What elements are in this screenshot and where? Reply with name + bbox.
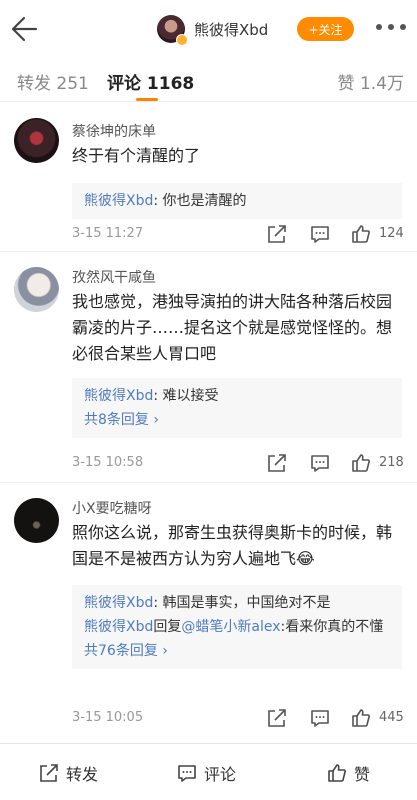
top-nav-bar: 熊彼得Xbd +关注 (0, 0, 417, 58)
like-count: 124 (379, 226, 404, 241)
comment-icon (178, 765, 196, 782)
verified-badge-icon (176, 34, 188, 46)
tab-like[interactable]: 赞 1.4万 (338, 69, 404, 94)
reply-icon[interactable] (309, 707, 331, 729)
follow-button[interactable]: +关注 (297, 17, 354, 41)
share-icon[interactable] (266, 223, 288, 245)
reply-author[interactable]: 熊彼得Xbd (84, 619, 153, 635)
reply-mention[interactable]: @蜡笔小新alex (181, 619, 280, 635)
reply-icon[interactable] (309, 452, 331, 474)
back-arrow-icon[interactable] (8, 12, 44, 46)
comment-time: 3-15 10:58 (72, 455, 144, 470)
share-icon[interactable] (266, 452, 288, 474)
comment-meta: 3-15 11:27 124 (72, 223, 408, 247)
like-icon[interactable] (350, 452, 372, 474)
tab-bar: 转发 251 评论 1168 赞 1.4万 (0, 58, 417, 102)
tab-comment[interactable]: 评论 1168 (107, 69, 194, 94)
comment-meta: 3-15 10:58 218 (72, 452, 408, 476)
comment-meta: 3-15 10:05 445 (72, 707, 408, 731)
commenter-name[interactable]: 小X要吃糖呀 (72, 498, 152, 518)
comment-time: 3-15 11:27 (72, 226, 144, 241)
like-icon (328, 764, 346, 782)
reply-line: 熊彼得Xbd: 韩国是事实，中国绝对不是 (84, 591, 390, 615)
comment-text: 我也感觉，港独导演拍的讲大陆各种落后校园霸凌的片子……提名这个就是感觉怪怪的。想… (72, 292, 393, 363)
reply-author[interactable]: 熊彼得Xbd (84, 193, 153, 209)
reply-text: : 难以接受 (153, 388, 219, 404)
avatar[interactable] (14, 267, 59, 312)
comment-item: 小X要吃糖呀 照你这么说，那寄生虫获得奥斯卡的时候，韩国是不是被西方认为穷人遍地… (0, 483, 417, 743)
reply-preview[interactable]: 熊彼得Xbd: 韩国是事实，中国绝对不是 熊彼得Xbd回复@蜡笔小新alex:看… (72, 585, 402, 669)
active-tab-indicator (136, 98, 158, 101)
like-count: 445 (379, 710, 404, 725)
comment-button[interactable]: 评论 (177, 761, 236, 785)
reply-connector: 回复 (153, 619, 182, 635)
share-icon[interactable] (266, 707, 288, 729)
commenter-name[interactable]: 蔡徐坤的床单 (72, 121, 156, 141)
comment-time: 3-15 10:05 (72, 710, 144, 725)
like-count: 218 (379, 455, 404, 470)
repost-icon (40, 764, 58, 782)
comment-item: 孜然风干咸鱼 我也感觉，港独导演拍的讲大陆各种落后校园霸凌的片子……提名这个就是… (0, 252, 417, 483)
reply-icon[interactable] (309, 223, 331, 245)
reply-preview[interactable]: 熊彼得Xbd: 难以接受 共8条回复 › (72, 378, 402, 438)
reply-text: : 韩国是事实，中国绝对不是 (153, 595, 331, 611)
reply-text: :看来你真的不懂 (280, 619, 384, 635)
tab-repost[interactable]: 转发 251 (17, 69, 89, 94)
reply-line: 熊彼得Xbd: 难以接受 (84, 384, 390, 408)
view-replies-link[interactable]: 共76条回复 › (84, 639, 390, 663)
avatar[interactable] (14, 498, 59, 543)
reply-text: : 你也是清醒的 (153, 193, 247, 209)
reply-line: 熊彼得Xbd回复@蜡笔小新alex:看来你真的不懂 (84, 615, 390, 639)
reply-preview[interactable]: 熊彼得Xbd: 你也是清醒的 (72, 183, 402, 219)
like-icon[interactable] (350, 707, 372, 729)
like-label: 赞 (354, 765, 371, 784)
avatar[interactable] (157, 15, 188, 46)
repost-label: 转发 (66, 765, 99, 784)
like-button[interactable]: 赞 (327, 761, 370, 785)
reply-author[interactable]: 熊彼得Xbd (84, 595, 153, 611)
more-icon[interactable] (376, 24, 406, 32)
like-icon[interactable] (350, 223, 372, 245)
author-name: 熊彼得Xbd (194, 20, 269, 39)
comment-item: 蔡徐坤的床单 终于有个清醒的了 熊彼得Xbd: 你也是清醒的 3-15 11:2… (0, 103, 417, 252)
comment-label: 评论 (204, 765, 237, 784)
avatar[interactable] (14, 118, 59, 163)
comment-text: 照你这么说，那寄生虫获得奥斯卡的时候，韩国是不是被西方认为穷人遍地飞😂 (72, 523, 393, 568)
view-replies-link[interactable]: 共8条回复 › (84, 408, 390, 432)
commenter-name[interactable]: 孜然风干咸鱼 (72, 267, 156, 287)
reply-line: 熊彼得Xbd: 你也是清醒的 (84, 189, 390, 213)
repost-button[interactable]: 转发 (39, 761, 98, 785)
post-author[interactable]: 熊彼得Xbd (157, 14, 269, 46)
reply-author[interactable]: 熊彼得Xbd (84, 388, 153, 404)
comment-text: 终于有个清醒的了 (72, 146, 201, 165)
bottom-action-bar: 转发 评论 赞 (0, 743, 417, 800)
